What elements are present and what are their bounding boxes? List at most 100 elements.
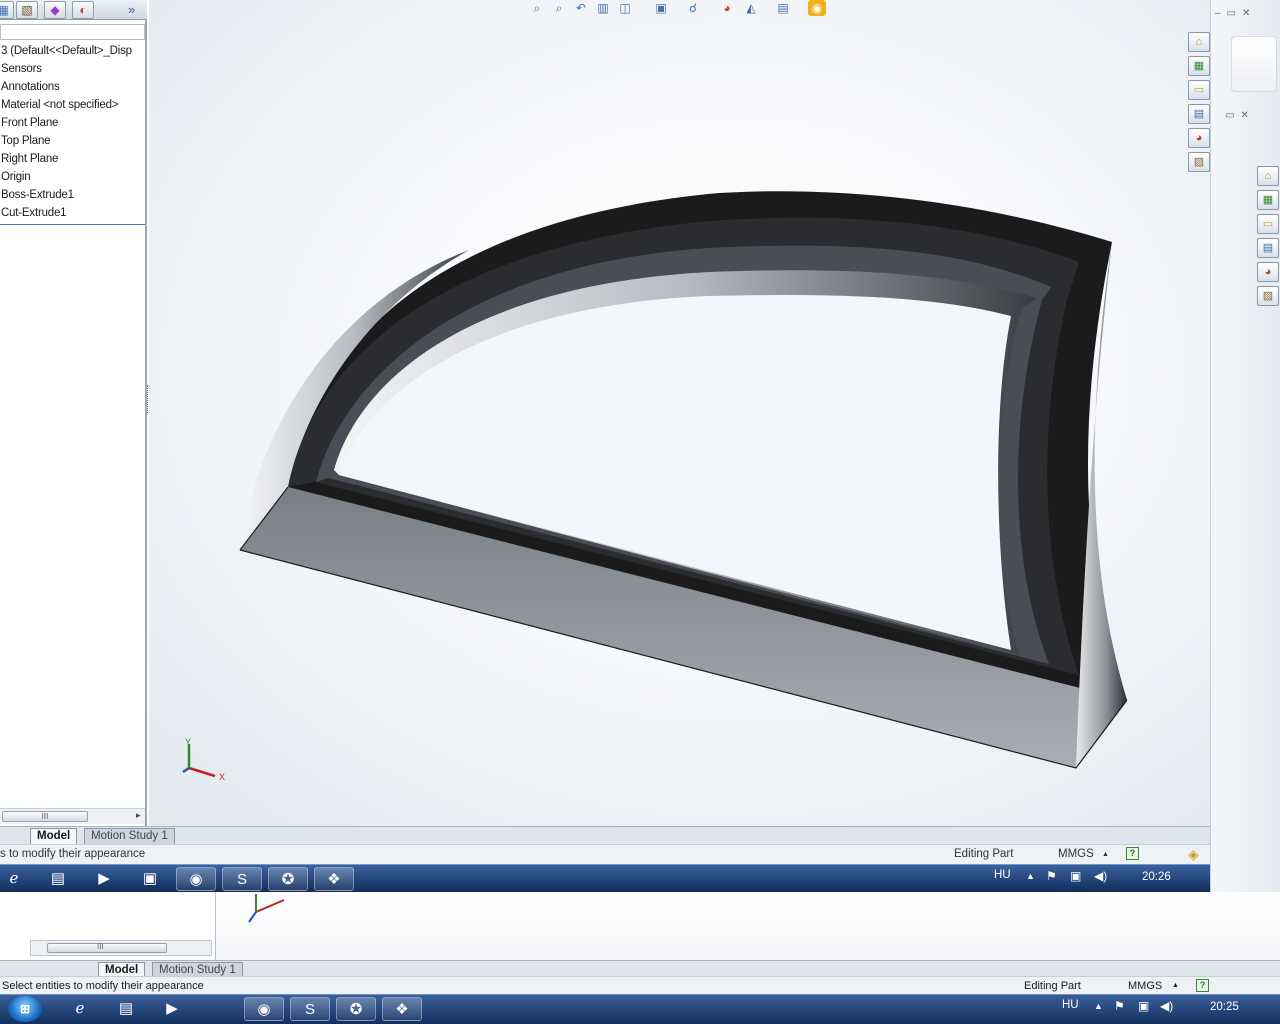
view-palette-icon[interactable]: ▤ — [1188, 104, 1210, 124]
tree-item-sensors[interactable]: Sensors — [1, 61, 42, 78]
outer-taskbar: ⊞ ℯ ▤ ▶ ◉ S ✪ ❖ HU ▲ ⚑ ▣ ◀) 20:25 — [0, 994, 1280, 1024]
custom-properties-icon[interactable]: ▨ — [1188, 152, 1210, 172]
zoom-to-area-icon[interactable]: ⌕ — [550, 0, 568, 16]
display-manager-tab-icon[interactable]: ◐ — [72, 1, 94, 19]
media-player-icon[interactable]: ▶ — [84, 867, 124, 891]
feature-manager-panel: ▦ ▧ ◆ ◐ » 3 (Default<<Default>_Disp Sens… — [0, 0, 147, 826]
scroll-right-arrow-icon[interactable]: ▸ — [136, 810, 141, 821]
outer-explorer-icon[interactable]: ▤ — [106, 997, 146, 1021]
panel-scrollbar[interactable]: III ▸ — [0, 808, 145, 824]
reference-triad-icon: X Y — [182, 737, 225, 782]
feature-filter-input[interactable] — [0, 24, 145, 40]
outer-volume-icon[interactable]: ◀) — [1160, 999, 1173, 1013]
document-tab-bar: Model Motion Study 1 — [0, 826, 1210, 844]
tree-item-boss-extrude[interactable]: Boss-Extrude1 — [1, 187, 74, 204]
outer-file-explorer-icon[interactable]: ▭ — [1257, 214, 1279, 234]
configuration-tab-icon[interactable]: ◆ — [44, 1, 66, 19]
outer-window-edge: –▭✕ ▭✕ ⌂ ▦ ▭ ▤ ◕ ▨ — [1210, 0, 1280, 892]
appearances-icon[interactable]: ◕ — [1188, 128, 1210, 148]
flag-icon[interactable]: ⚑ — [1046, 869, 1057, 883]
save-icon[interactable]: ▣ — [130, 867, 170, 891]
outer-tray-clock[interactable]: 20:25 — [1210, 1001, 1239, 1013]
tree-item-material[interactable]: Material <not specified> — [1, 97, 119, 114]
display-style-icon[interactable]: ▣ — [652, 0, 670, 16]
status-hint: s to modify their appearance — [0, 848, 146, 860]
outer-window-controls-icon[interactable]: –▭✕ — [1215, 8, 1275, 24]
outer-status-hint: Select entities to modify their appearan… — [2, 980, 204, 992]
outer-network-icon[interactable]: ▣ — [1138, 999, 1149, 1013]
hide-show-items-icon[interactable]: ☌ — [684, 0, 702, 16]
previous-view-icon[interactable]: ↶ — [572, 0, 590, 16]
outer-panel-scrollbar[interactable]: III — [30, 940, 212, 956]
outer-resources-icon[interactable]: ⌂ — [1257, 166, 1279, 186]
outer-acrobat-icon[interactable]: ✪ — [336, 997, 376, 1021]
outer-status-units[interactable]: MMGS — [1128, 980, 1162, 992]
outer-view-palette-icon[interactable]: ▤ — [1257, 238, 1279, 258]
view-orientation-icon[interactable]: ◫ — [616, 0, 634, 16]
tree-item-top-plane[interactable]: Top Plane — [1, 133, 51, 150]
solidworks-window: ▦ ▧ ◆ ◐ » 3 (Default<<Default>_Disp Sens… — [0, 0, 1210, 892]
tab-model[interactable]: Model — [30, 828, 78, 844]
outer-flag-icon[interactable]: ⚑ — [1114, 999, 1125, 1013]
network-icon[interactable]: ▣ — [1070, 869, 1081, 883]
tree-item-annotations[interactable]: Annotations — [1, 79, 60, 96]
tree-item-cut-extrude[interactable]: Cut-Extrude1 — [1, 205, 67, 222]
tree-item-right-plane[interactable]: Right Plane — [1, 151, 58, 168]
outer-graphics-area — [216, 892, 1280, 960]
panel-tab-bar: ▦ ▧ ◆ ◐ » — [0, 0, 147, 20]
tray-language[interactable]: HU — [994, 869, 1011, 881]
triad-y-label: Y — [185, 737, 191, 747]
outer-doc-controls-icon[interactable]: ▭✕ — [1225, 110, 1255, 121]
help-icon[interactable]: ? — [1126, 847, 1139, 860]
file-explorer-icon[interactable]: ▭ — [1188, 80, 1210, 100]
tree-item-origin[interactable]: Origin — [1, 169, 31, 186]
outer-skype-icon[interactable]: S — [290, 997, 330, 1021]
task-pane: ⌂ ▦ ▭ ▤ ◕ ▨ — [1184, 28, 1210, 176]
outer-ie-icon[interactable]: ℯ — [60, 997, 100, 1021]
outer-tab-bar: Model Motion Study 1 — [0, 960, 1280, 978]
property-manager-tab-icon[interactable]: ▧ — [16, 1, 38, 19]
rollback-bar[interactable] — [0, 224, 145, 225]
outer-media-icon[interactable]: ▶ — [152, 997, 192, 1021]
solidworks-resources-icon[interactable]: ⌂ — [1188, 32, 1210, 52]
panel-scroll-thumb[interactable]: III — [2, 811, 88, 822]
outer-scroll-grip: III — [97, 942, 104, 951]
outer-tray-language[interactable]: HU — [1062, 999, 1079, 1011]
zoom-to-fit-icon[interactable]: ⌕ — [528, 0, 546, 16]
ie-icon[interactable]: ℯ — [0, 867, 28, 891]
outer-units-arrow-icon[interactable]: ▲ — [1172, 982, 1179, 989]
acrobat-icon[interactable]: ✪ — [268, 867, 308, 891]
panel-expand-icon[interactable]: » — [128, 2, 135, 17]
outer-chrome-icon[interactable]: ◉ — [244, 997, 284, 1021]
explorer-icon[interactable]: ▤ — [38, 867, 78, 891]
chrome-icon[interactable]: ◉ — [176, 867, 216, 891]
graphics-area[interactable]: X Y — [149, 0, 1210, 826]
tree-item-part[interactable]: 3 (Default<<Default>_Disp — [1, 43, 132, 60]
outer-start-button-icon[interactable]: ⊞ — [8, 996, 42, 1022]
tray-expand-icon[interactable]: ▲ — [1026, 871, 1035, 881]
apply-scene-icon[interactable]: ◭ — [742, 0, 760, 16]
outer-help-icon[interactable]: ? — [1196, 979, 1209, 992]
outer-solidworks-icon[interactable]: ❖ — [382, 997, 422, 1021]
edit-appearance-icon[interactable]: ◕ — [718, 0, 736, 16]
section-view-icon[interactable]: ▥ — [594, 0, 612, 16]
tray-clock[interactable]: 20:26 — [1142, 871, 1171, 883]
tab-motion-study[interactable]: Motion Study 1 — [84, 828, 175, 844]
skype-icon[interactable]: S — [222, 867, 262, 891]
outer-design-library-icon[interactable]: ▦ — [1257, 190, 1279, 210]
design-library-icon[interactable]: ▦ — [1188, 56, 1210, 76]
outer-custom-properties-icon[interactable]: ▨ — [1257, 286, 1279, 306]
outer-scroll-thumb[interactable] — [47, 943, 167, 953]
tree-item-front-plane[interactable]: Front Plane — [1, 115, 58, 132]
rebuild-tag-icon[interactable]: ◈ — [1188, 846, 1199, 863]
units-arrow-icon[interactable]: ▲ — [1102, 851, 1109, 858]
outer-tray-expand-icon[interactable]: ▲ — [1094, 1001, 1103, 1011]
realview-icon[interactable]: ◉ — [808, 0, 826, 16]
solidworks-icon[interactable]: ❖ — [314, 867, 354, 891]
status-units[interactable]: MMGS — [1058, 848, 1094, 860]
view-settings-icon[interactable]: ▤ — [774, 0, 792, 16]
feature-tree-tab-icon[interactable]: ▦ — [0, 1, 14, 19]
outer-appearances-icon[interactable]: ◕ — [1257, 262, 1279, 282]
3d-model[interactable] — [149, 0, 1210, 826]
volume-icon[interactable]: ◀) — [1094, 869, 1107, 883]
